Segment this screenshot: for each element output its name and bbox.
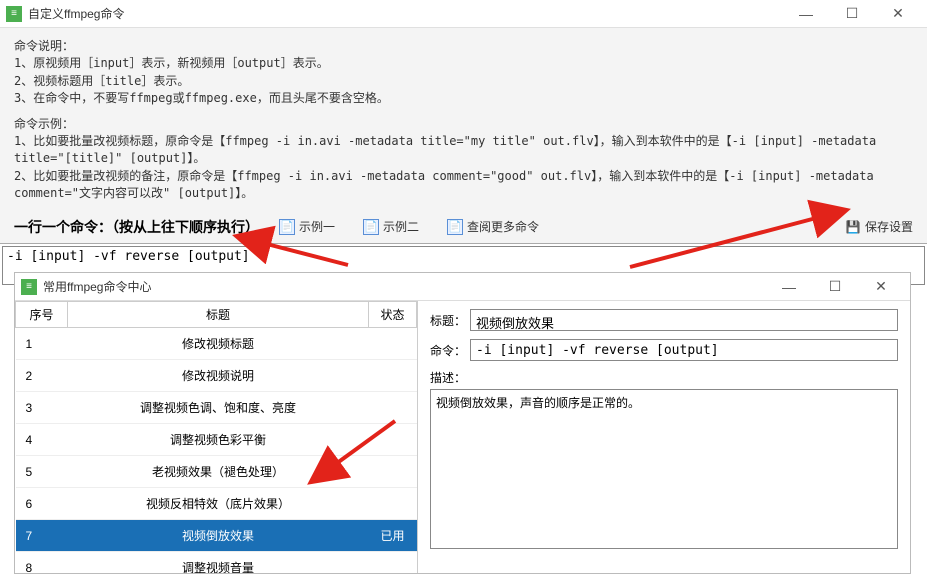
detail-panel: 标题： 视频倒放效果 命令： -i [input] -vf reverse [o… <box>418 301 910 573</box>
table-row[interactable]: 7视频倒放效果已用 <box>16 520 417 552</box>
table-row[interactable]: 1修改视频标题 <box>16 328 417 360</box>
inner-titlebar: ≡ 常用ffmpeg命令中心 — ☐ ✕ <box>15 273 910 301</box>
row-id: 5 <box>16 456 68 488</box>
row-title: 视频反相特效（底片效果） <box>68 488 369 520</box>
row-id: 8 <box>16 552 68 574</box>
inner-window-controls: — ☐ ✕ <box>766 273 904 301</box>
inner-minimize-button[interactable]: — <box>766 273 812 301</box>
row-status <box>369 328 417 360</box>
save-label: 保存设置 <box>865 218 913 235</box>
close-button[interactable]: ✕ <box>875 0 921 28</box>
help-heading-2: 命令示例： <box>14 116 913 133</box>
row-title: 修改视频标题 <box>68 328 369 360</box>
app-icon: ≡ <box>6 6 22 22</box>
row-id: 6 <box>16 488 68 520</box>
minimize-button[interactable]: — <box>783 0 829 28</box>
detail-desc-input[interactable]: 视频倒放效果，声音的顺序是正常的。 <box>430 389 898 549</box>
toolbar-label: 一行一个命令：（按从上往下顺序执行） <box>14 217 259 237</box>
example2-label: 示例二 <box>383 218 419 235</box>
main-titlebar: ≡ 自定义ffmpeg命令 — ☐ ✕ <box>0 0 927 28</box>
table-row[interactable]: 3调整视频色调、饱和度、亮度 <box>16 392 417 424</box>
row-status <box>369 424 417 456</box>
document-icon <box>447 219 463 235</box>
row-title: 调整视频色调、饱和度、亮度 <box>68 392 369 424</box>
table-header-title[interactable]: 标题 <box>68 302 369 328</box>
command-table: 序号 标题 状态 1修改视频标题2修改视频说明3调整视频色调、饱和度、亮度4调整… <box>15 301 417 573</box>
example1-button[interactable]: 示例一 <box>279 218 335 235</box>
help-example-1: 1、比如要批量改视频标题，原命令是【ffmpeg -i in.avi -meta… <box>14 133 913 168</box>
inner-maximize-button[interactable]: ☐ <box>812 273 858 301</box>
example2-button[interactable]: 示例二 <box>363 218 419 235</box>
table-header-id[interactable]: 序号 <box>16 302 68 328</box>
row-title: 老视频效果（褪色处理） <box>68 456 369 488</box>
help-heading-1: 命令说明： <box>14 38 913 55</box>
help-line-3: 3、在命令中，不要写ffmpeg或ffmpeg.exe，而且头尾不要含空格。 <box>14 90 913 107</box>
row-title: 调整视频音量 <box>68 552 369 574</box>
document-icon <box>363 219 379 235</box>
detail-title-input[interactable]: 视频倒放效果 <box>470 309 898 331</box>
inner-close-button[interactable]: ✕ <box>858 273 904 301</box>
table-header-status[interactable]: 状态 <box>369 302 417 328</box>
row-status <box>369 456 417 488</box>
row-title: 调整视频色彩平衡 <box>68 424 369 456</box>
help-line-2: 2、视频标题用［title］表示。 <box>14 73 913 90</box>
detail-title-label: 标题： <box>430 312 470 329</box>
document-icon <box>279 219 295 235</box>
more-label: 查阅更多命令 <box>467 218 539 235</box>
row-id: 2 <box>16 360 68 392</box>
example1-label: 示例一 <box>299 218 335 235</box>
command-center-window: ≡ 常用ffmpeg命令中心 — ☐ ✕ 序号 标题 状态 1修改视频标题2修改… <box>15 273 910 573</box>
command-table-panel: 序号 标题 状态 1修改视频标题2修改视频说明3调整视频色调、饱和度、亮度4调整… <box>15 301 418 573</box>
row-title: 修改视频说明 <box>68 360 369 392</box>
toolbar: 一行一个命令：（按从上往下顺序执行） 示例一 示例二 查阅更多命令 保存设置 <box>0 211 927 244</box>
more-commands-button[interactable]: 查阅更多命令 <box>447 218 539 235</box>
app-icon: ≡ <box>21 279 37 295</box>
maximize-button[interactable]: ☐ <box>829 0 875 28</box>
row-status <box>369 392 417 424</box>
table-row[interactable]: 4调整视频色彩平衡 <box>16 424 417 456</box>
row-id: 4 <box>16 424 68 456</box>
row-status <box>369 360 417 392</box>
row-id: 1 <box>16 328 68 360</box>
detail-cmd-label: 命令： <box>430 342 470 359</box>
row-status <box>369 552 417 574</box>
help-section: 命令说明： 1、原视频用［input］表示，新视频用［output］表示。 2、… <box>0 28 927 211</box>
window-title: 自定义ffmpeg命令 <box>28 5 783 22</box>
table-row[interactable]: 6视频反相特效（底片效果） <box>16 488 417 520</box>
row-id: 7 <box>16 520 68 552</box>
row-id: 3 <box>16 392 68 424</box>
save-icon <box>845 219 861 235</box>
help-example-2: 2、比如要批量改视频的备注，原命令是【ffmpeg -i in.avi -met… <box>14 168 913 203</box>
help-line-1: 1、原视频用［input］表示，新视频用［output］表示。 <box>14 55 913 72</box>
detail-desc-label: 描述： <box>430 369 898 386</box>
inner-window-title: 常用ffmpeg命令中心 <box>43 278 766 295</box>
row-status: 已用 <box>369 520 417 552</box>
detail-cmd-input[interactable]: -i [input] -vf reverse [output] <box>470 339 898 361</box>
save-settings-button[interactable]: 保存设置 <box>845 218 913 235</box>
table-row[interactable]: 8调整视频音量 <box>16 552 417 574</box>
table-row[interactable]: 5老视频效果（褪色处理） <box>16 456 417 488</box>
table-row[interactable]: 2修改视频说明 <box>16 360 417 392</box>
row-title: 视频倒放效果 <box>68 520 369 552</box>
window-controls: — ☐ ✕ <box>783 0 921 28</box>
row-status <box>369 488 417 520</box>
